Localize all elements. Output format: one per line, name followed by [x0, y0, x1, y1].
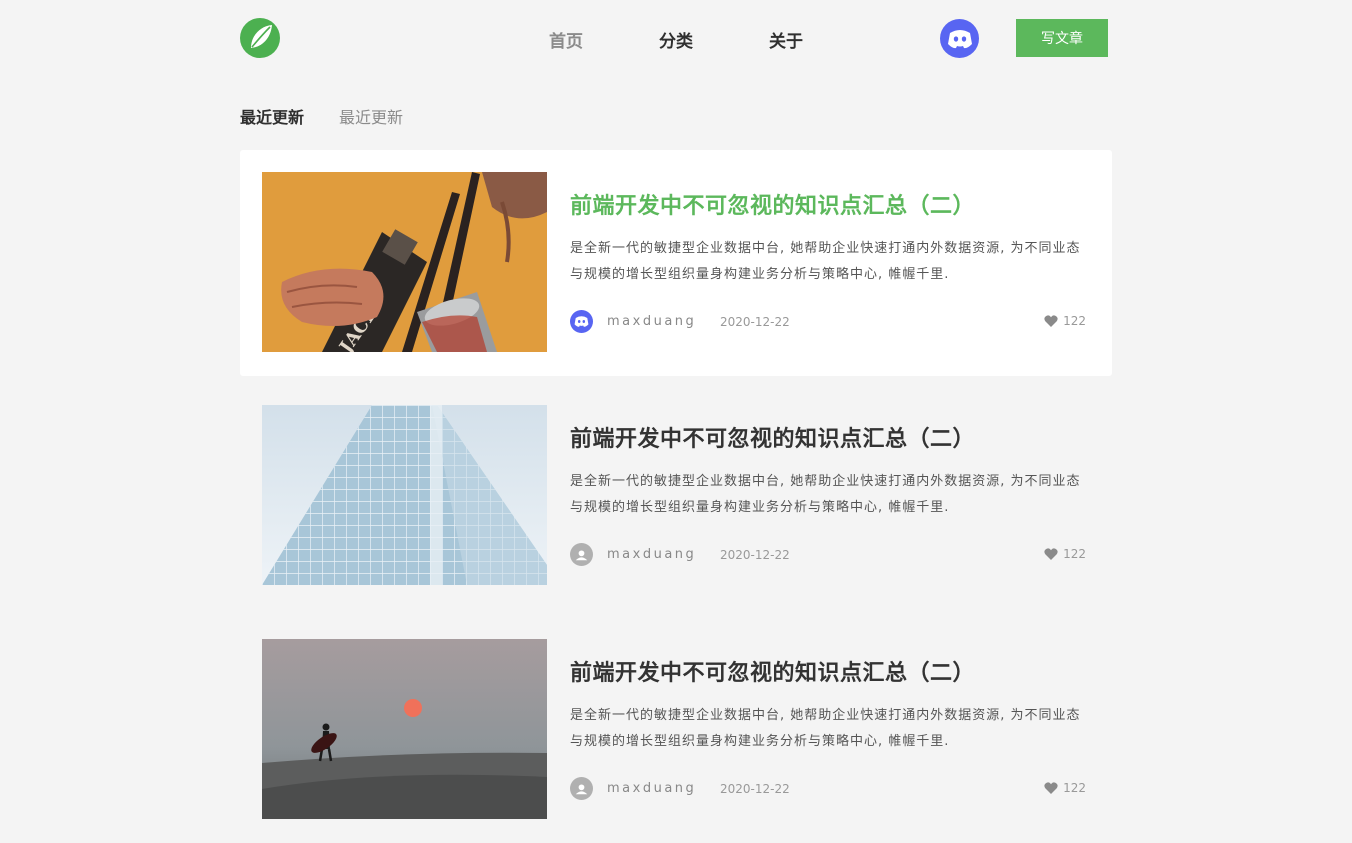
article-description: 是全新一代的敏捷型企业数据中台, 她帮助企业快速打通内外数据资源, 为不同业态与… — [570, 474, 1081, 515]
author-name[interactable]: maxduang — [607, 314, 696, 329]
publish-date: 2020-12-22 — [720, 782, 790, 796]
article-title[interactable]: 前端开发中不可忽视的知识点汇总（二） — [570, 655, 975, 687]
user-avatar[interactable] — [940, 19, 979, 58]
like-count-value: 122 — [1063, 314, 1086, 328]
article-meta: maxduang 2020-12-22 122 — [570, 310, 1086, 334]
heart-icon — [1044, 782, 1058, 794]
avatar-placeholder-icon — [575, 550, 588, 561]
like-count[interactable]: 122 — [1044, 547, 1086, 561]
article-card[interactable]: 前端开发中不可忽视的知识点汇总（二） 是全新一代的敏捷型企业数据中台, 她帮助企… — [240, 383, 1112, 609]
publish-date: 2020-12-22 — [720, 548, 790, 562]
heart-icon — [1044, 315, 1058, 327]
avatar-placeholder-icon — [575, 784, 588, 795]
author-name[interactable]: maxduang — [607, 547, 696, 562]
author-avatar[interactable] — [570, 777, 593, 800]
desert-sunset-image[interactable] — [262, 639, 547, 819]
nav-home[interactable]: 首页 — [549, 27, 583, 52]
bottle-pour-image[interactable]: JACK — [262, 172, 547, 352]
article-meta: maxduang 2020-12-22 122 — [570, 777, 1086, 801]
publish-date: 2020-12-22 — [720, 315, 790, 329]
heart-icon — [1044, 548, 1058, 560]
article-card[interactable]: JACK 前端开发中不可忽视的知识点汇总（二） 是全新一代的敏捷型企业数据中台,… — [240, 150, 1112, 376]
article-meta: maxduang 2020-12-22 122 — [570, 543, 1086, 567]
discord-avatar-icon — [574, 316, 589, 327]
author-avatar[interactable] — [570, 310, 593, 333]
article-title[interactable]: 前端开发中不可忽视的知识点汇总（二） — [570, 421, 975, 453]
like-count-value: 122 — [1063, 781, 1086, 795]
article-description: 是全新一代的敏捷型企业数据中台, 她帮助企业快速打通内外数据资源, 为不同业态与… — [570, 708, 1081, 749]
site-logo-icon[interactable] — [239, 17, 281, 59]
article-description: 是全新一代的敏捷型企业数据中台, 她帮助企业快速打通内外数据资源, 为不同业态与… — [570, 241, 1081, 282]
write-article-button[interactable]: 写文章 — [1016, 19, 1108, 57]
like-count[interactable]: 122 — [1044, 781, 1086, 795]
article-card[interactable]: 前端开发中不可忽视的知识点汇总（二） 是全新一代的敏捷型企业数据中台, 她帮助企… — [240, 617, 1112, 843]
like-count-value: 122 — [1063, 547, 1086, 561]
author-name[interactable]: maxduang — [607, 781, 696, 796]
glass-building-image[interactable] — [262, 405, 547, 585]
nav-about[interactable]: 关于 — [769, 27, 803, 52]
tab-recent-inactive[interactable]: 最近更新 — [339, 104, 403, 128]
nav-category[interactable]: 分类 — [659, 27, 693, 52]
like-count[interactable]: 122 — [1044, 314, 1086, 328]
author-avatar[interactable] — [570, 543, 593, 566]
discord-avatar-icon — [947, 29, 972, 48]
tab-recent-active[interactable]: 最近更新 — [240, 104, 304, 128]
article-title[interactable]: 前端开发中不可忽视的知识点汇总（二） — [570, 188, 975, 220]
